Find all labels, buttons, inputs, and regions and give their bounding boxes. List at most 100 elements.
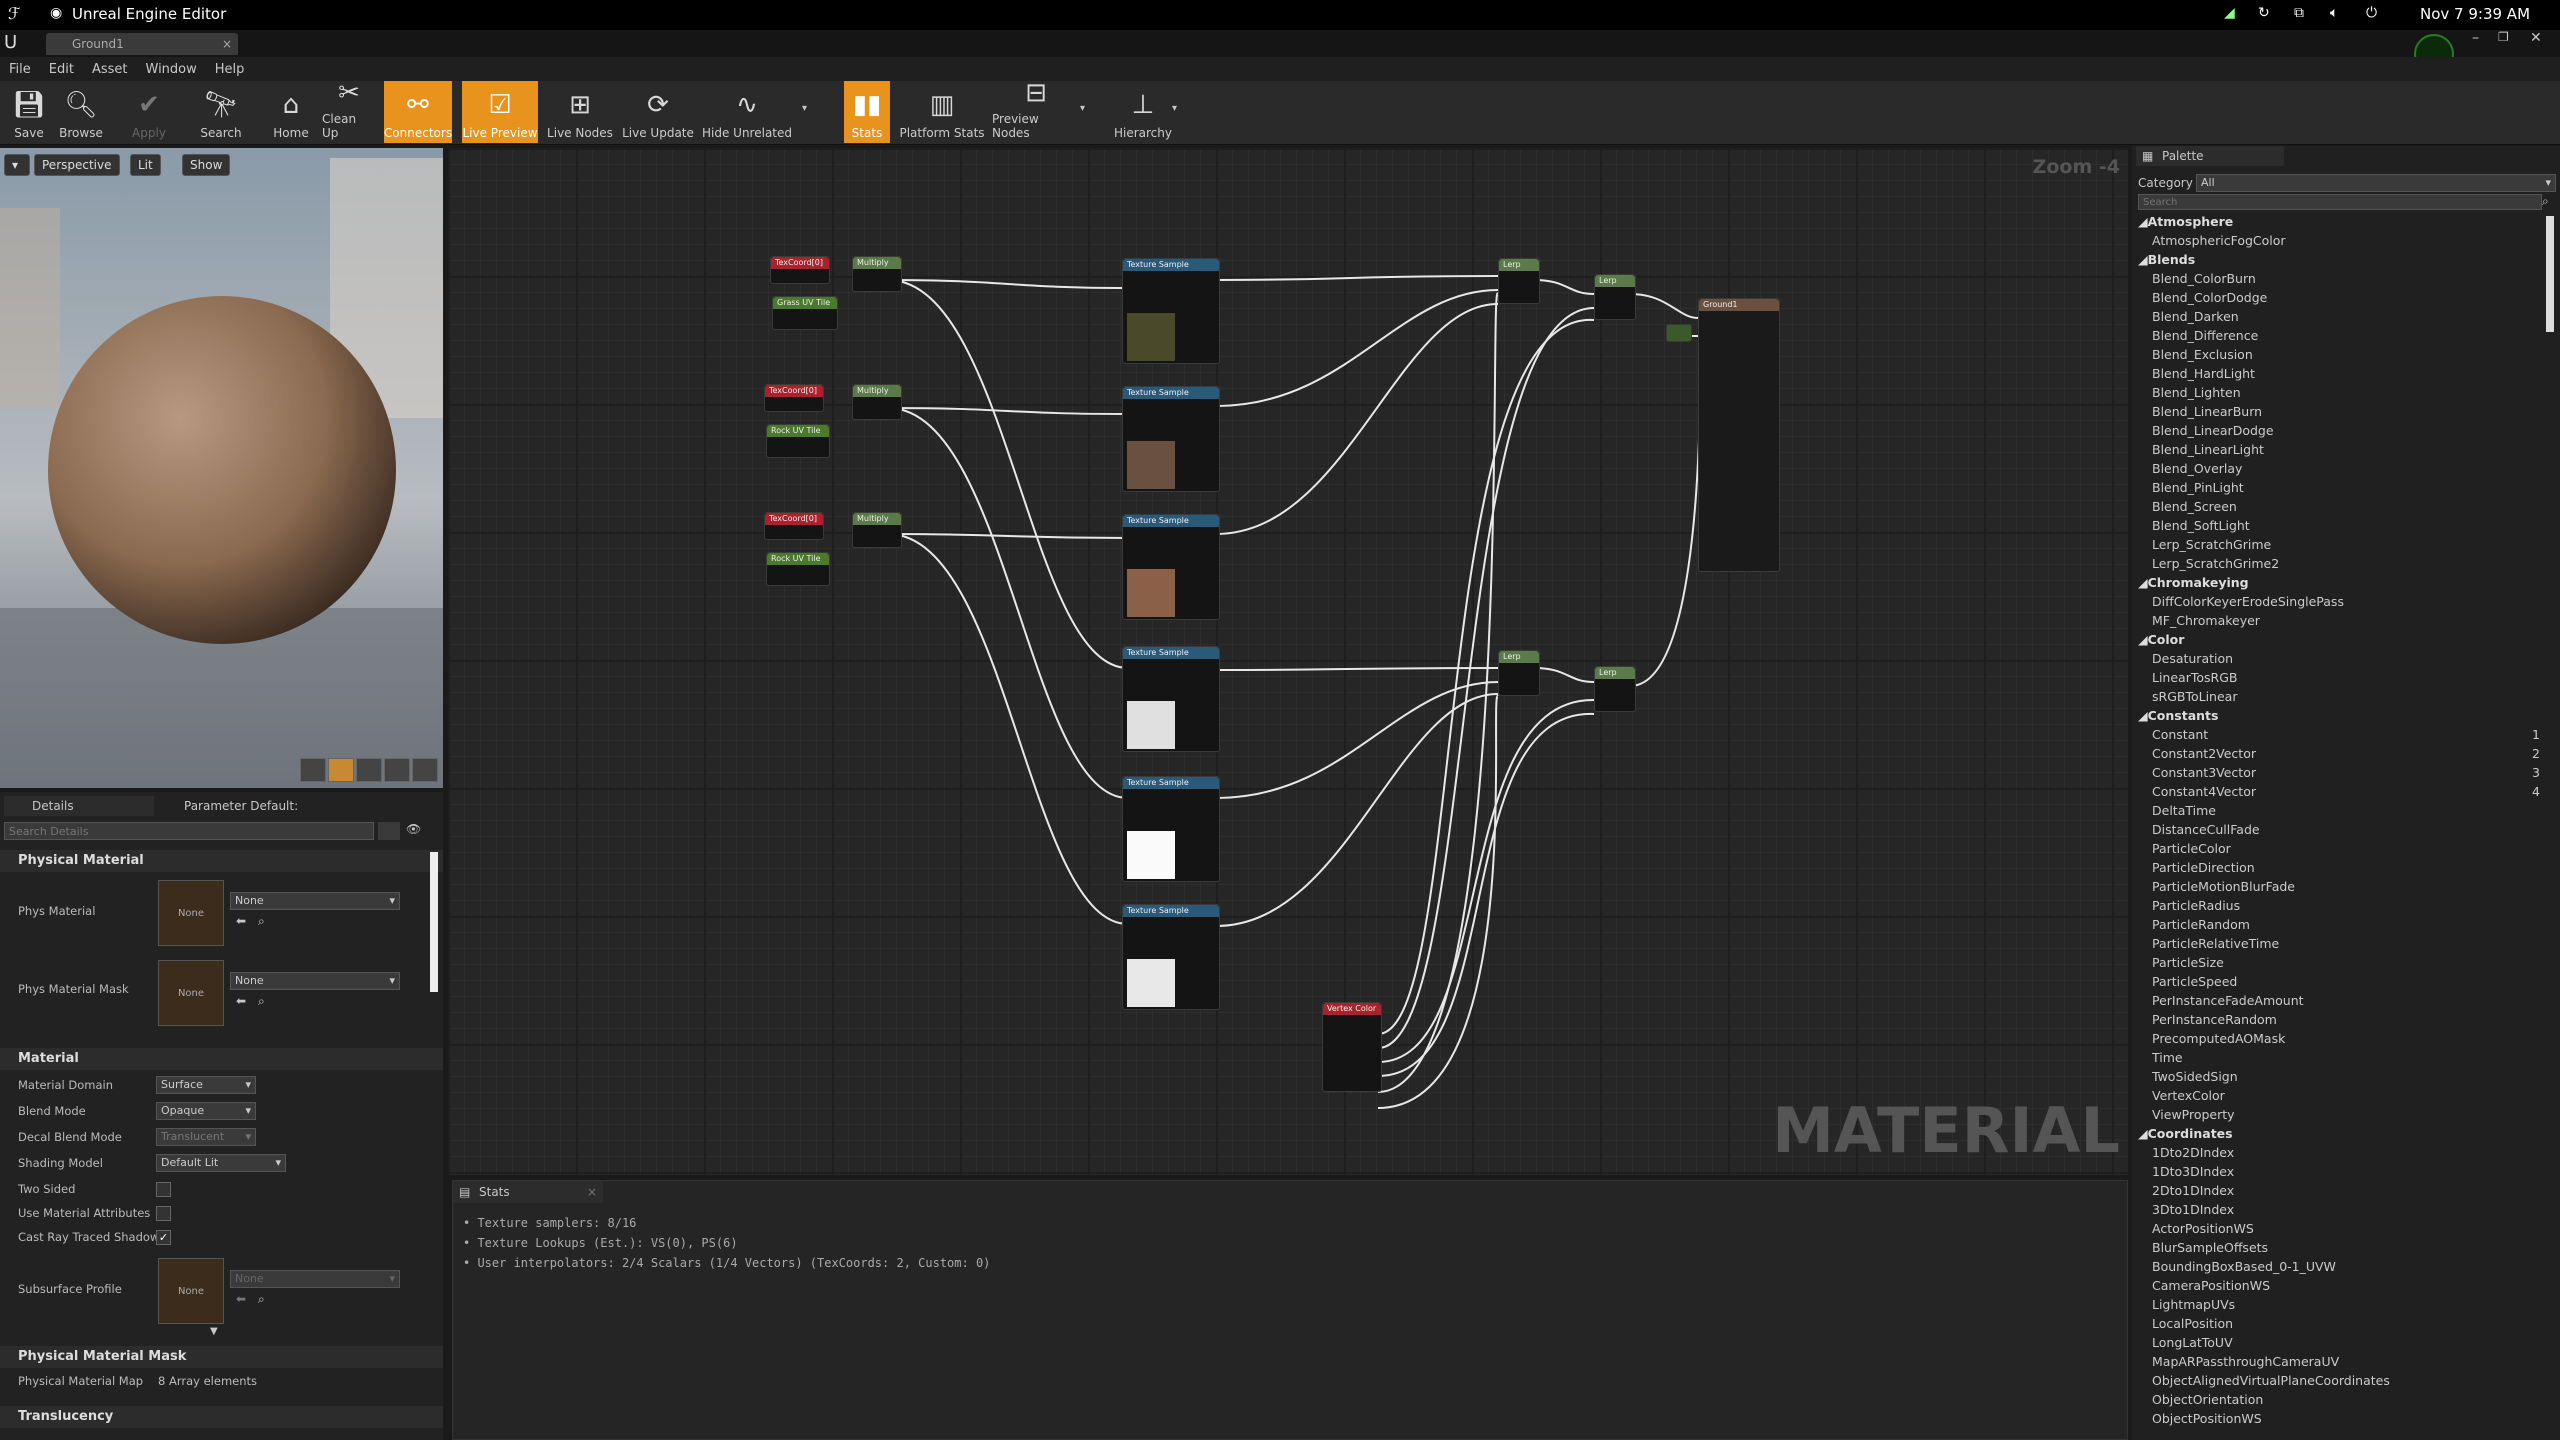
hierarchy-dropdown-icon[interactable]: ▾ (1172, 103, 1177, 114)
palette-item[interactable]: Blend_Difference (2152, 328, 2258, 343)
live-preview-button[interactable]: ☑ Live Preview (462, 81, 538, 143)
shading-model-dropdown[interactable]: Default Lit (156, 1154, 286, 1172)
palette-item[interactable]: CameraPositionWS (2152, 1278, 2270, 1293)
preview-viewport[interactable]: ▾ Perspective Lit Show (0, 148, 443, 788)
palette-item[interactable]: Blend_LinearBurn (2152, 404, 2262, 419)
network-icon[interactable]: ◢ (2224, 5, 2235, 21)
lerp-node[interactable]: Lerp (1498, 650, 1540, 696)
menu-file[interactable]: File (0, 62, 40, 77)
palette-item[interactable]: Blend_PinLight (2152, 480, 2244, 495)
close-tab-icon[interactable]: × (587, 1181, 597, 1203)
tab-stats[interactable]: ▤ Stats × (453, 1181, 603, 1203)
cleanup-button[interactable]: ✂ Clean Up (322, 78, 376, 143)
palette-item[interactable]: Constant2Vector (2152, 746, 2256, 761)
close-window-icon[interactable]: ✕ (2530, 30, 2542, 46)
texcoord-node[interactable]: TexCoord[0] (764, 512, 824, 540)
phys-material-mask-dropdown[interactable]: None (230, 972, 400, 990)
browse-asset-icon[interactable]: ⌕ (258, 914, 265, 929)
hide-unrelated-button[interactable]: ∿ Hide Unrelated (702, 81, 792, 143)
palette-item[interactable]: Blend_SoftLight (2152, 518, 2250, 533)
palette-item[interactable]: Blend_Screen (2152, 499, 2237, 514)
palette-item[interactable]: PrecomputedAOMask (2152, 1031, 2285, 1046)
palette-item[interactable]: PerInstanceFadeAmount (2152, 993, 2304, 1008)
apply-button[interactable]: ✔ Apply (124, 81, 174, 143)
palette-item[interactable]: AtmosphericFogColor (2152, 233, 2286, 248)
refresh-icon[interactable]: ↻ (2258, 5, 2270, 21)
section-material[interactable]: Material (0, 1048, 443, 1070)
plane-shape-button[interactable] (356, 758, 382, 782)
details-scrollbar[interactable] (430, 852, 438, 992)
section-physical-material[interactable]: Physical Material (0, 850, 443, 872)
multiply-node[interactable]: Multiply (852, 256, 902, 292)
perspective-button[interactable]: Perspective (34, 154, 120, 176)
show-button[interactable]: Show (182, 154, 231, 176)
subsurface-profile-thumbnail[interactable]: None (158, 1258, 224, 1324)
expand-advanced-icon[interactable]: ▼ (210, 1326, 218, 1337)
restore-icon[interactable]: ❐ (2498, 30, 2509, 44)
palette-item[interactable]: 2Dto1DIndex (2152, 1183, 2234, 1198)
tab-ground1[interactable]: Ground1 × (46, 33, 238, 55)
lit-button[interactable]: Lit (130, 154, 161, 176)
material-result-node[interactable]: Ground1 (1698, 298, 1780, 572)
material-graph[interactable]: Zoom -4 MATERIAL TexCoord[0] Grass UV Ti… (448, 148, 2128, 1175)
section-physical-material-mask[interactable]: Physical Material Mask (0, 1346, 443, 1368)
palette-item[interactable]: Blend_Darken (2152, 309, 2239, 324)
palette-item[interactable]: Blend_HardLight (2152, 366, 2255, 381)
connectors-button[interactable]: ⚯ Connectors (384, 81, 452, 143)
palette-item[interactable]: MapARPassthroughCameraUV (2152, 1354, 2339, 1369)
palette-item[interactable]: ParticleRandom (2152, 917, 2250, 932)
section-translucency[interactable]: Translucency (0, 1406, 443, 1428)
palette-item[interactable]: ParticleRelativeTime (2152, 936, 2279, 951)
palette-item[interactable]: ParticleMotionBlurFade (2152, 879, 2295, 894)
palette-item[interactable]: Blend_LinearLight (2152, 442, 2264, 457)
palette-item[interactable]: MF_Chromakeyer (2152, 613, 2260, 628)
grass-uv-node[interactable]: Grass UV Tile (772, 296, 838, 330)
palette-item[interactable]: Lerp_ScratchGrime2 (2152, 556, 2279, 571)
viewport-options-button[interactable]: ▾ (4, 154, 30, 176)
grid-view-icon[interactable] (378, 822, 400, 840)
cylinder-shape-button[interactable] (300, 758, 326, 782)
palette-item[interactable]: Blend_Exclusion (2152, 347, 2253, 362)
palette-item[interactable]: TwoSidedSign (2152, 1069, 2238, 1084)
texcoord-node[interactable]: TexCoord[0] (770, 256, 830, 284)
palette-item[interactable]: Blend_Overlay (2152, 461, 2242, 476)
use-selected-icon[interactable]: ⬅ (236, 914, 246, 928)
menu-asset[interactable]: Asset (83, 62, 137, 77)
tab-palette[interactable]: ▦ Palette (2136, 146, 2284, 166)
palette-item[interactable]: ViewProperty (2152, 1107, 2235, 1122)
platform-stats-button[interactable]: ▥ Platform Stats (898, 81, 986, 143)
use-material-attributes-checkbox[interactable] (156, 1206, 171, 1221)
home-button[interactable]: ⌂ Home (266, 81, 316, 143)
custom-mesh-button[interactable] (412, 758, 438, 782)
search-button[interactable]: 🔭︎ Search (196, 81, 246, 143)
hide-unrelated-dropdown-icon[interactable]: ▾ (802, 103, 807, 114)
palette-item[interactable]: BlurSampleOffsets (2152, 1240, 2268, 1255)
menu-help[interactable]: Help (206, 62, 254, 77)
close-tab-icon[interactable]: × (222, 33, 232, 55)
palette-item[interactable]: ParticleSize (2152, 955, 2224, 970)
palette-item[interactable]: ParticleRadius (2152, 898, 2240, 913)
power-icon[interactable]: ⏻ (2366, 5, 2377, 21)
palette-item[interactable]: DeltaTime (2152, 803, 2216, 818)
palette-item[interactable]: BoundingBoxBased_0-1_UVW (2152, 1259, 2336, 1274)
live-update-button[interactable]: ⟳ Live Update (622, 81, 694, 143)
tab-details[interactable]: Details (4, 796, 154, 816)
cast-ray-traced-shadows-checkbox[interactable]: ✓ (156, 1230, 171, 1245)
use-selected-icon[interactable]: ⬅ (236, 994, 246, 1008)
material-domain-dropdown[interactable]: Surface (156, 1076, 256, 1094)
texture-sample-node[interactable]: Texture Sample (1122, 904, 1220, 1010)
minimize-icon[interactable]: – (2472, 30, 2479, 46)
palette-item[interactable]: PerInstanceRandom (2152, 1012, 2277, 1027)
palette-category[interactable]: ◢Coordinates (2138, 1126, 2233, 1141)
palette-item[interactable]: LocalPosition (2152, 1316, 2233, 1331)
texture-sample-node[interactable]: Texture Sample (1122, 776, 1220, 882)
palette-item[interactable]: VertexColor (2152, 1088, 2225, 1103)
blend-mode-dropdown[interactable]: Opaque (156, 1102, 256, 1120)
use-selected-icon[interactable]: ⬅ (236, 1292, 246, 1306)
constant-node[interactable] (1666, 324, 1692, 342)
palette-item[interactable]: DiffColorKeyerErodeSinglePass (2152, 594, 2344, 609)
palette-item[interactable]: DistanceCullFade (2152, 822, 2260, 837)
palette-item[interactable]: Blend_Lighten (2152, 385, 2241, 400)
palette-category[interactable]: ◢Blends (2138, 252, 2195, 267)
palette-item[interactable]: LongLatToUV (2152, 1335, 2233, 1350)
